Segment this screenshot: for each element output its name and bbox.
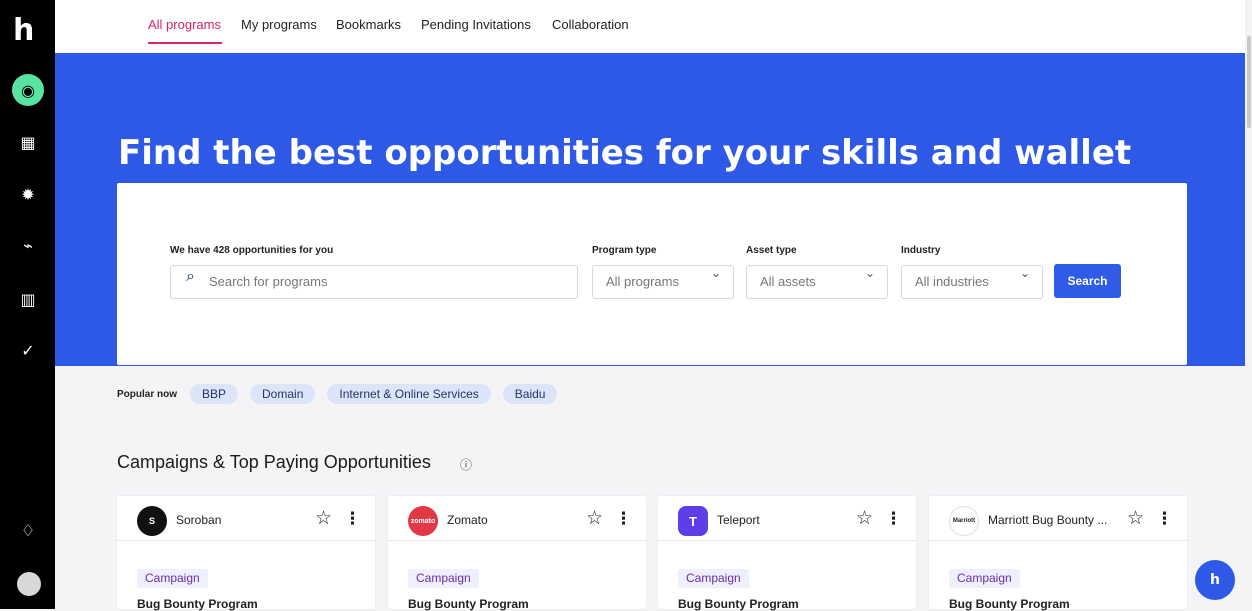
avatar[interactable] (17, 572, 41, 596)
tab-pending-invitations[interactable]: Pending Invitations (421, 17, 531, 32)
program-name[interactable]: Soroban (176, 513, 221, 527)
program-name[interactable]: Zomato (447, 513, 488, 527)
section-title: Campaigns & Top Paying Opportunities (117, 452, 431, 472)
search-button[interactable]: Search (1054, 264, 1121, 298)
bell-icon[interactable]: ♢ (12, 514, 44, 546)
scroll-thumb[interactable] (1247, 36, 1251, 128)
top-navigation: All programs My programs Bookmarks Pendi… (55, 0, 1252, 53)
chevron-down-icon: ⌄ (864, 266, 875, 280)
program-logo: Marriott (949, 506, 979, 536)
more-options-icon[interactable]: ⋮ (1156, 509, 1173, 529)
campaign-badge: Campaign (408, 569, 479, 588)
campaign-badge: Campaign (949, 569, 1020, 588)
chevron-down-icon: ⌄ (710, 266, 721, 280)
tab-my-programs[interactable]: My programs (241, 17, 317, 32)
bookmark-star-icon[interactable]: ☆ (1127, 507, 1144, 529)
asset-type-label: Asset type (746, 245, 797, 256)
program-logo: T (678, 506, 708, 536)
more-options-icon[interactable]: ⋮ (615, 509, 632, 529)
search-placeholder: Search for programs (209, 274, 328, 289)
program-logo: S (137, 506, 167, 536)
campaign-badge: Campaign (678, 569, 749, 588)
bookmark-star-icon[interactable]: ☆ (586, 507, 603, 529)
bookmark-star-icon[interactable]: ☆ (315, 507, 332, 529)
opportunity-count-label: We have 428 opportunities for you (170, 245, 334, 256)
clipboard-check-icon[interactable]: ✓ (12, 334, 44, 366)
tab-collaboration[interactable]: Collaboration (552, 17, 629, 32)
bug-icon[interactable]: ✹ (12, 178, 44, 210)
active-tab-indicator (148, 42, 222, 44)
search-icon: ⌕ (186, 266, 195, 285)
left-sidebar: h ◉ ▦ ✹ ⌁ ▥ ✓ ♢ (0, 0, 55, 609)
popular-tag[interactable]: Domain (250, 384, 316, 404)
program-card[interactable]: Marriott Marriott Bug Bounty ... ☆ ⋮ Cam… (929, 496, 1187, 611)
asset-type-value: All assets (760, 274, 816, 289)
industry-value: All industries (915, 274, 989, 289)
program-type-value: All programs (606, 274, 679, 289)
tab-bookmarks[interactable]: Bookmarks (336, 17, 401, 32)
popular-tag[interactable]: Baidu (502, 384, 558, 404)
reports-icon[interactable]: ⌁ (12, 229, 44, 261)
more-options-icon[interactable]: ⋮ (344, 509, 361, 529)
program-logo: zomato (408, 506, 438, 536)
program-name[interactable]: Teleport (717, 513, 760, 527)
target-icon[interactable]: ◉ (12, 74, 44, 106)
program-card[interactable]: zomato Zomato ☆ ⋮ Campaign Bug Bounty Pr… (388, 496, 646, 611)
hackerone-logo[interactable]: h (13, 14, 43, 48)
program-card[interactable]: T Teleport ☆ ⋮ Campaign Bug Bounty Progr… (658, 496, 916, 611)
asset-type-select[interactable]: All assets ⌄ (746, 265, 888, 299)
popular-now-label: Popular now (117, 388, 177, 400)
chevron-down-icon: ⌄ (1019, 266, 1030, 280)
info-icon[interactable]: ⓘ (460, 456, 472, 473)
more-options-icon[interactable]: ⋮ (885, 509, 902, 529)
program-type-label: Program type (592, 245, 657, 256)
tab-all-programs[interactable]: All programs (148, 17, 221, 32)
popular-tag[interactable]: BBP (190, 384, 239, 404)
dashboard-icon[interactable]: ▦ (12, 126, 44, 158)
campaign-badge: Campaign (137, 569, 208, 588)
analytics-icon[interactable]: ▥ (12, 283, 44, 315)
hero-title: Find the best opportunities for your ski… (118, 133, 1132, 173)
program-card[interactable]: S Soroban ☆ ⋮ Campaign Bug Bounty Progra… (117, 496, 375, 611)
program-type-select[interactable]: All programs ⌄ (592, 265, 734, 299)
industry-label: Industry (901, 245, 941, 256)
popular-tag[interactable]: Internet & Online Services (327, 384, 491, 404)
program-name[interactable]: Marriott Bug Bounty ... (988, 513, 1107, 527)
industry-select[interactable]: All industries ⌄ (901, 265, 1043, 299)
popular-tags: Popular now BBP Domain Internet & Online… (117, 384, 569, 404)
search-input[interactable]: ⌕ Search for programs (170, 265, 578, 299)
help-chat-button[interactable]: h (1195, 560, 1235, 600)
bookmark-star-icon[interactable]: ☆ (856, 507, 873, 529)
search-filters-card: We have 428 opportunities for you ⌕ Sear… (117, 183, 1187, 365)
